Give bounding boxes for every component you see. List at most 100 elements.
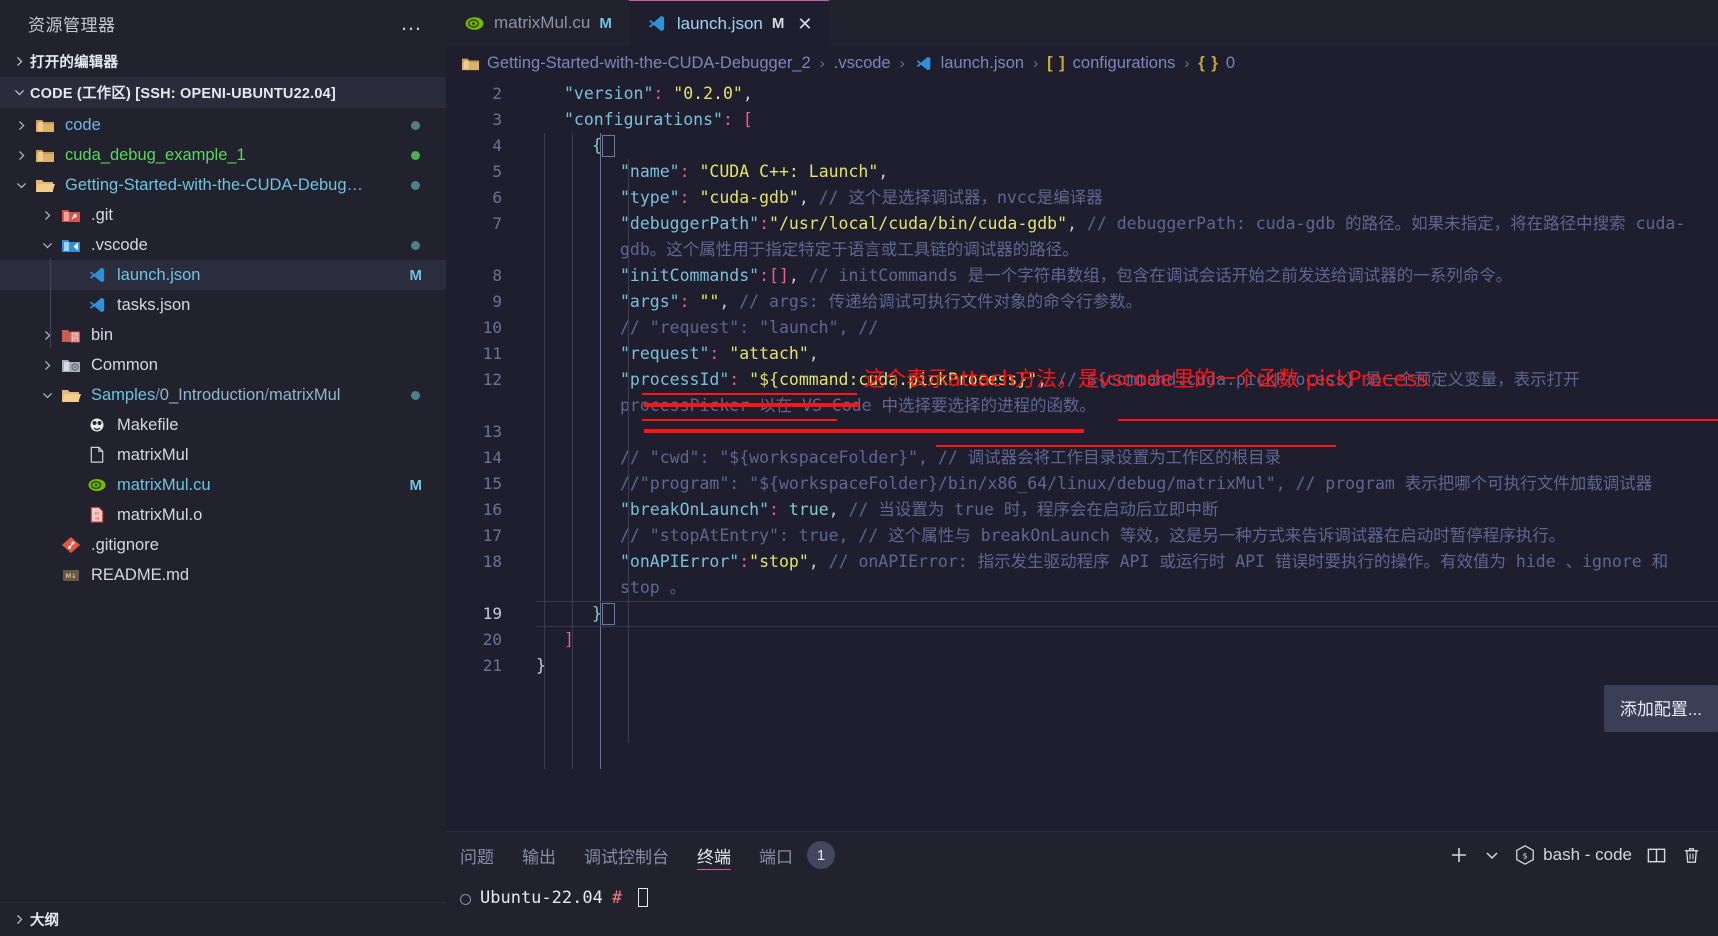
tree-item-.git[interactable]: .git	[0, 200, 446, 230]
breadcrumb-item-getting-started-with-the-cuda-debugger-2[interactable]: Getting-Started-with-the-CUDA-Debugger_2	[460, 54, 811, 73]
code-token: }	[592, 604, 602, 623]
code-line-2[interactable]: 2 "version": "0.2.0",	[446, 81, 1718, 107]
active-terminal-item[interactable]: $ bash - code	[1514, 844, 1632, 866]
breadcrumb-item-launch-json[interactable]: launch.json	[914, 54, 1024, 73]
panel-tab-终端[interactable]: 终端	[697, 832, 731, 878]
tree-item-.gitignore[interactable]: .gitignore	[0, 530, 446, 560]
chevron-right-icon[interactable]	[36, 324, 58, 346]
explorer-more-actions-icon[interactable]: …	[400, 12, 424, 34]
code-line-5[interactable]: 5 "name": "CUDA C++: Launch",	[446, 159, 1718, 185]
code-line-7[interactable]: 7 "debuggerPath":"/usr/local/cuda/bin/cud…	[446, 211, 1718, 263]
code-token: ,	[798, 188, 809, 207]
panel-tab-label: 输出	[522, 847, 556, 867]
chevron-right-icon[interactable]	[36, 354, 58, 376]
line-number: 5	[492, 162, 502, 181]
breadcrumb-item--vscode[interactable]: .vscode	[834, 54, 891, 73]
code-line-20[interactable]: 20]	[446, 627, 1718, 653]
tab-close-icon[interactable]: ✕	[797, 15, 812, 33]
tree-item-common[interactable]: Common	[0, 350, 446, 380]
git-folder-icon	[58, 204, 84, 226]
folder-open-icon	[58, 384, 84, 406]
section-open-editors[interactable]: 打开的编辑器	[0, 46, 446, 77]
code-line-14[interactable]: 14 // "cwd": "${workspaceFolder}", // 调试器…	[446, 445, 1718, 471]
line-number: 2	[492, 84, 502, 103]
tree-item-code[interactable]: code	[0, 110, 446, 140]
code-line-8[interactable]: 8 "initCommands":[], // initCommands 是一个字…	[446, 263, 1718, 289]
code-line-10[interactable]: 10 // "request": "launch", //	[446, 315, 1718, 341]
svg-text:10: 10	[95, 515, 100, 520]
nvidia-icon	[88, 479, 106, 491]
code-line-21[interactable]: 21}	[446, 653, 1718, 679]
code-line-4[interactable]: 4{	[446, 133, 1718, 159]
section-workspace[interactable]: CODE (工作区) [SSH: OPENI-UBUNTU22.04]	[0, 77, 446, 108]
tree-item-matrixmul.cu[interactable]: matrixMul.cu M	[0, 470, 446, 500]
tree-item-samples-0_introduction-matrixmul[interactable]: Samples/0_Introduction/matrixMul	[0, 380, 446, 410]
code-token: :	[679, 292, 690, 311]
code-line-11[interactable]: 11 "request": "attach",	[446, 341, 1718, 367]
tree-item-bin[interactable]: 01 10 bin	[0, 320, 446, 350]
breadcrumb-label: Getting-Started-with-the-CUDA-Debugger_2	[487, 54, 811, 72]
code-line-13[interactable]: 13	[446, 419, 1718, 445]
breadcrumb-item-configurations[interactable]: [ ] configurations	[1047, 54, 1175, 73]
terminal-profile-dropdown-icon[interactable]	[1484, 847, 1500, 863]
terminal-prompt: Ubuntu-22.04	[480, 888, 603, 908]
code-token: []	[769, 266, 789, 285]
kill-terminal-button[interactable]	[1681, 845, 1702, 866]
tree-item-tasks.json[interactable]: tasks.json	[0, 290, 446, 320]
tree-item-label: .gitignore	[91, 535, 159, 554]
binary-folder-icon: 0110	[62, 330, 80, 343]
code-line-9[interactable]: 9 "args": "", // args: 传递给调试可执行文件对象的命令行参数…	[446, 289, 1718, 315]
code-token: :	[759, 214, 770, 233]
code-token: ,	[788, 266, 799, 285]
tree-item-label: tasks.json	[117, 295, 191, 314]
tree-item-.vscode[interactable]: .vscode	[0, 230, 446, 260]
panel-tab-调试控制台[interactable]: 调试控制台	[584, 832, 669, 878]
terminal-output[interactable]: Ubuntu-22.04 #	[446, 878, 1718, 936]
tree-item-matrixmul.o[interactable]: 01 10 matrixMul.o	[0, 500, 446, 530]
panel-tab-输出[interactable]: 输出	[522, 832, 556, 878]
breadcrumb-item-0[interactable]: { } 0	[1198, 54, 1235, 73]
code-line-16[interactable]: 16 "breakOnLaunch": true, // 当设置为 true 时，…	[446, 497, 1718, 523]
tree-item-matrixmul[interactable]: matrixMul	[0, 440, 446, 470]
editor-tab-matrixmul-cu[interactable]: matrixMul.cu M	[446, 0, 629, 46]
new-terminal-button[interactable]	[1448, 844, 1470, 866]
code-token: // args: 传递给调试可执行文件对象的命令行参数。	[729, 292, 1143, 311]
code-token: ,	[742, 84, 753, 103]
chevron-right-icon	[8, 51, 30, 73]
split-terminal-button[interactable]	[1646, 845, 1667, 866]
chevron-down-icon	[8, 82, 30, 104]
panel-tab-端口[interactable]: 端口	[759, 832, 793, 878]
code-line-6[interactable]: 6 "type": "cuda-gdb", // 这个是选择调试器，nvcc是编译…	[446, 185, 1718, 211]
code-line-3[interactable]: 3 "configurations": [	[446, 107, 1718, 133]
chevron-right-icon[interactable]	[36, 204, 58, 226]
code-editor[interactable]: 2 "version": "0.2.0", 3 "configurations": […	[446, 81, 1718, 831]
explorer-title: 资源管理器	[28, 15, 116, 35]
add-configuration-button[interactable]: 添加配置...	[1603, 685, 1718, 732]
tree-item-getting-started-with-the-cuda-debug-[interactable]: Getting-Started-with-the-CUDA-Debug…	[0, 170, 446, 200]
chevron-down-icon[interactable]	[10, 174, 32, 196]
panel-tab-问题[interactable]: 问题	[460, 832, 494, 878]
code-text: "initCommands":[], // initCommands 是一个字符…	[536, 263, 1718, 289]
code-line-15[interactable]: 15 //"program": "${workspaceFolder}/bin/x…	[446, 471, 1718, 497]
code-token: // "cwd": "${workspaceFolder}", // 调试器会将…	[620, 448, 1282, 467]
line-number: 17	[482, 526, 502, 545]
code-line-18[interactable]: 18 "onAPIError":"stop", // onAPIError: 指示…	[446, 549, 1718, 601]
code-line-12[interactable]: 12 "processId": "${command:cuda.pickProce…	[446, 367, 1718, 419]
tree-item-cuda_debug_example_1[interactable]: cuda_debug_example_1	[0, 140, 446, 170]
tree-item-launch.json[interactable]: launch.json M	[0, 260, 446, 290]
chevron-down-icon[interactable]	[36, 234, 58, 256]
code-text: "args": "", // args: 传递给调试可执行文件对象的命令行参数。	[536, 289, 1718, 315]
section-outline[interactable]: 大纲	[0, 902, 446, 936]
code-line-17[interactable]: 17 // "stopAtEntry": true, // 这个属性与 break…	[446, 523, 1718, 549]
tree-item-makefile[interactable]: Makefile	[0, 410, 446, 440]
editor-tab-launch-json[interactable]: launch.json M ✕	[628, 0, 830, 46]
tree-item-label: .vscode	[91, 235, 148, 254]
chevron-right-icon[interactable]	[10, 144, 32, 166]
tree-item-readme.md[interactable]: M↓ README.md	[0, 560, 446, 590]
folder-icon	[36, 150, 54, 162]
makefile-icon	[84, 414, 110, 436]
code-line-19[interactable]: 19}	[446, 601, 1718, 627]
chevron-right-icon[interactable]	[10, 114, 32, 136]
chevron-down-icon[interactable]	[36, 384, 58, 406]
